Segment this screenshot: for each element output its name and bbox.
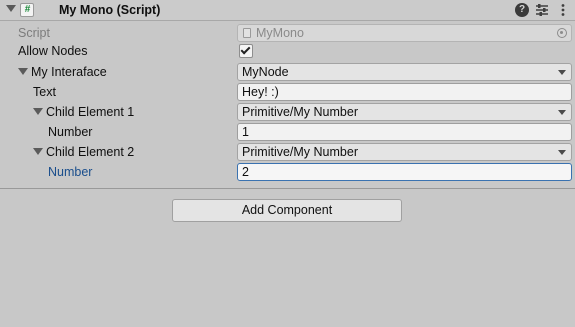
child-1-number-label: Number [48,125,93,139]
kebab-menu-icon[interactable] [556,3,570,17]
child-element-2-dropdown[interactable]: Primitive/My Number [237,143,572,161]
child-1-number-input[interactable]: 1 [237,123,572,141]
script-label: Script [18,26,50,40]
text-label: Text [33,85,56,99]
child-2-number-input[interactable]: 2 [237,163,572,181]
my-interface-value: MyNode [242,65,289,79]
foldout-arrow-icon[interactable] [18,68,28,75]
foldout-arrow-icon[interactable] [33,108,43,115]
component-divider [0,188,575,189]
child-element-1-value: Primitive/My Number [242,105,358,119]
dropdown-arrow-icon [558,110,566,115]
child-element-2-value: Primitive/My Number [242,145,358,159]
my-interface-dropdown[interactable]: MyNode [237,63,572,81]
dropdown-arrow-icon [558,150,566,155]
script-value: MyMono [256,26,304,40]
add-component-button[interactable]: Add Component [172,199,402,222]
child-2-number-label: Number [48,165,93,179]
child-element-2-label: Child Element 2 [46,145,135,159]
script-object-field: MyMono [237,24,572,42]
object-picker-icon [557,28,567,38]
allow-nodes-label: Allow Nodes [18,44,88,58]
foldout-arrow-icon[interactable] [33,148,43,155]
checkmark-icon [240,44,251,55]
component-header: # My Mono (Script) ? [0,0,575,21]
script-icon: # [24,4,31,15]
allow-nodes-checkbox[interactable] [239,44,253,58]
help-icon[interactable]: ? [515,3,529,17]
dropdown-arrow-icon [558,70,566,75]
child-element-1-dropdown[interactable]: Primitive/My Number [237,103,572,121]
my-interface-label: My Interaface [31,65,107,79]
script-asset-icon [243,28,251,38]
child-element-1-label: Child Element 1 [46,105,135,119]
preset-icon[interactable] [535,3,549,17]
fold-arrow-icon[interactable] [6,5,16,12]
component-title: My Mono (Script) [59,3,161,17]
text-input[interactable]: Hey! :) [237,83,572,101]
